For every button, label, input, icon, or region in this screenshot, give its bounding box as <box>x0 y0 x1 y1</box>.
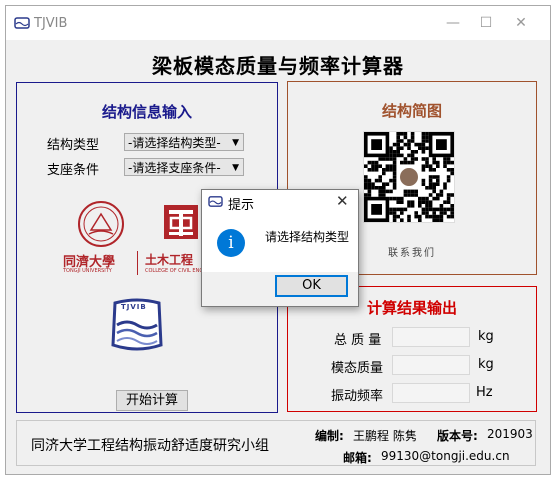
dialog-body: i 请选择结构类型 <box>202 214 358 272</box>
app-window: TJVIB — ☐ ✕ 梁板模态质量与频率计算器 结构信息输入 结构类型 -请选… <box>5 5 551 475</box>
modal-mass-field <box>392 355 470 375</box>
qr-code-icon <box>364 132 454 222</box>
email-label: 邮箱: <box>343 451 372 465</box>
main-title: 梁板模态质量与频率计算器 <box>152 54 404 78</box>
close-icon[interactable]: ✕ <box>506 12 536 34</box>
editor-value: 王鹏程 陈隽 <box>353 429 417 443</box>
modal-mass-unit: kg <box>478 357 494 372</box>
ok-button[interactable]: OK <box>275 275 348 297</box>
tongji-logo-subtext: TONGJI UNIVERSITY <box>63 268 112 274</box>
frequency-unit: Hz <box>476 385 493 400</box>
structure-type-label: 结构类型 <box>47 138 100 153</box>
minimize-icon[interactable]: — <box>438 12 468 34</box>
version-label: 版本号: <box>437 429 478 443</box>
support-condition-label: 支座条件 <box>47 163 100 178</box>
total-mass-unit: kg <box>478 329 494 344</box>
structure-type-select[interactable]: -请选择结构类型- ▼ <box>124 133 244 151</box>
frequency-field <box>392 383 470 403</box>
editor-label: 编制: <box>315 429 344 443</box>
civil-engineering-emblem-icon <box>164 205 198 239</box>
window-title: TJVIB <box>34 16 68 31</box>
modal-mass-label: 模态质量 <box>331 361 384 376</box>
civil-logo-subtext: COLLEGE OF CIVIL ENG <box>145 268 201 274</box>
structure-type-value: -请选择结构类型- <box>128 136 221 150</box>
maximize-icon[interactable]: ☐ <box>471 12 501 34</box>
app-logo-icon <box>14 17 30 29</box>
total-mass-field <box>392 327 470 347</box>
app-logo-icon <box>208 196 223 207</box>
alert-dialog: 提示 ✕ i 请选择结构类型 OK <box>201 189 359 307</box>
support-condition-select[interactable]: -请选择支座条件- ▼ <box>124 158 244 176</box>
civil-logo-text: 土木工程 <box>145 253 194 267</box>
info-icon: i <box>217 229 245 257</box>
start-calculation-button[interactable]: 开始计算 <box>116 390 188 411</box>
qr-code-image <box>363 131 455 223</box>
dialog-title: 提示 <box>228 198 255 213</box>
tongji-emblem-icon <box>78 201 124 247</box>
dropdown-arrow-icon: ▼ <box>232 163 239 173</box>
dropdown-arrow-icon: ▼ <box>232 138 239 148</box>
logo-divider <box>137 251 138 275</box>
title-bar: TJVIB — ☐ ✕ <box>6 6 550 40</box>
dialog-message: 请选择结构类型 <box>265 230 350 244</box>
frequency-label: 振动频率 <box>331 389 384 404</box>
footer-info: 同济大学工程结构振动舒适度研究小组 编制: 王鹏程 陈隽 版本号: 201903… <box>16 420 536 466</box>
total-mass-label: 总 质 量 <box>334 333 382 348</box>
support-condition-value: -请选择支座条件- <box>128 161 221 175</box>
dialog-footer: OK <box>202 272 358 306</box>
research-group-name: 同济大学工程结构振动舒适度研究小组 <box>31 438 269 454</box>
email-value: 99130@tongji.edu.cn <box>381 449 510 463</box>
tjvib-logo-text: TJVIB <box>121 303 147 311</box>
sketch-panel-title: 结构简图 <box>381 102 442 120</box>
input-panel-title: 结构信息输入 <box>101 103 192 121</box>
version-value: 201903 <box>487 427 533 441</box>
dialog-title-bar: 提示 ✕ <box>202 190 358 214</box>
dialog-close-icon[interactable]: ✕ <box>336 192 349 210</box>
